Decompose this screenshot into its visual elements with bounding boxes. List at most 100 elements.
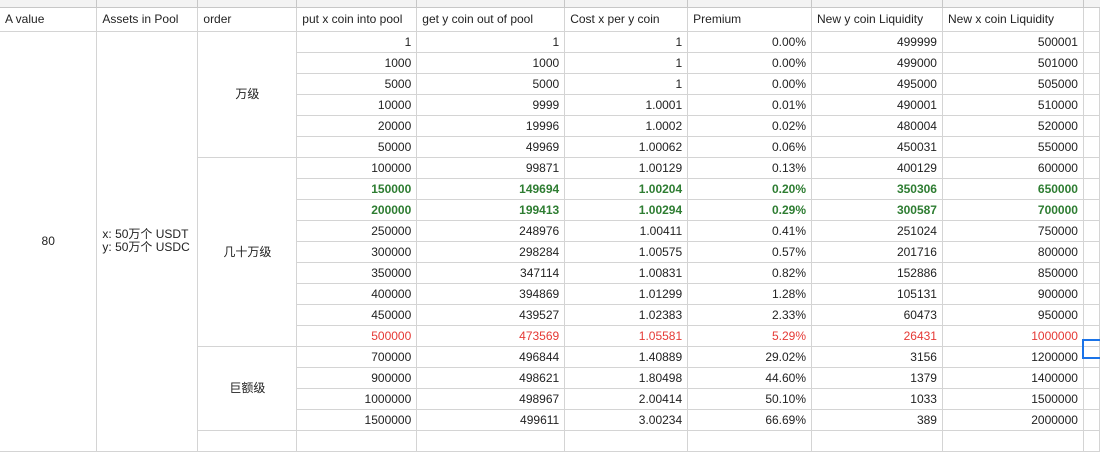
premium-cell[interactable]: 0.13%: [687, 157, 813, 179]
cost-cell[interactable]: 1.02383: [564, 304, 689, 326]
get-y-cell[interactable]: 9999: [416, 94, 566, 116]
cost-cell[interactable]: 1.0001: [564, 94, 689, 116]
premium-cell[interactable]: 0.29%: [687, 199, 813, 221]
column-header-cell[interactable]: New x coin Liquidity: [942, 8, 1084, 32]
put-x-cell[interactable]: 5000: [296, 73, 418, 95]
new-y-liquidity-cell[interactable]: 251024: [811, 220, 943, 242]
column-header-cell[interactable]: New y coin Liquidity: [811, 8, 943, 32]
premium-cell[interactable]: 0.02%: [687, 115, 813, 137]
new-x-liquidity-cell[interactable]: 700000: [942, 199, 1084, 221]
empty-cell[interactable]: [1083, 199, 1100, 221]
cost-cell[interactable]: 1.80498: [564, 367, 689, 389]
cost-cell[interactable]: 1.00575: [564, 241, 689, 263]
put-x-cell[interactable]: 400000: [296, 283, 418, 305]
put-x-cell[interactable]: 900000: [296, 367, 418, 389]
empty-cell[interactable]: [1083, 178, 1100, 200]
premium-cell[interactable]: 0.82%: [687, 262, 813, 284]
new-x-liquidity-cell[interactable]: 2000000: [942, 409, 1084, 431]
empty-cell[interactable]: [687, 430, 813, 452]
premium-cell[interactable]: 0.00%: [687, 73, 813, 95]
column-header-cell[interactable]: put x coin into pool: [296, 8, 418, 32]
new-x-liquidity-cell[interactable]: 510000: [942, 94, 1084, 116]
new-y-liquidity-cell[interactable]: 450031: [811, 136, 943, 158]
empty-cell[interactable]: [1083, 31, 1100, 53]
new-y-liquidity-cell[interactable]: 350306: [811, 178, 943, 200]
new-x-liquidity-cell[interactable]: 1000000: [942, 325, 1084, 347]
get-y-cell[interactable]: 1000: [416, 52, 566, 74]
new-y-liquidity-cell[interactable]: 1379: [811, 367, 943, 389]
premium-cell[interactable]: 1.28%: [687, 283, 813, 305]
get-y-cell[interactable]: 1: [416, 31, 566, 53]
cost-cell[interactable]: 1: [564, 31, 689, 53]
new-y-liquidity-cell[interactable]: 480004: [811, 115, 943, 137]
put-x-cell[interactable]: 50000: [296, 136, 418, 158]
cost-cell[interactable]: 1.00062: [564, 136, 689, 158]
cost-cell[interactable]: 1.40889: [564, 346, 689, 368]
cost-cell[interactable]: 1.00204: [564, 178, 689, 200]
premium-cell[interactable]: 0.41%: [687, 220, 813, 242]
put-x-cell[interactable]: 1000000: [296, 388, 418, 410]
empty-cell[interactable]: [1083, 8, 1100, 32]
get-y-cell[interactable]: 5000: [416, 73, 566, 95]
empty-cell[interactable]: [1083, 262, 1100, 284]
put-x-cell[interactable]: 200000: [296, 199, 418, 221]
column-header-cell[interactable]: Assets in Pool: [96, 8, 199, 32]
empty-cell[interactable]: [1083, 283, 1100, 305]
new-y-liquidity-cell[interactable]: 499999: [811, 31, 943, 53]
get-y-cell[interactable]: 499611: [416, 409, 566, 431]
empty-cell[interactable]: [1083, 367, 1100, 389]
new-x-liquidity-cell[interactable]: 505000: [942, 73, 1084, 95]
column-header-cell[interactable]: get y coin out of pool: [416, 8, 566, 32]
new-x-liquidity-cell[interactable]: 650000: [942, 178, 1084, 200]
cost-cell[interactable]: 2.00414: [564, 388, 689, 410]
new-y-liquidity-cell[interactable]: 1033: [811, 388, 943, 410]
empty-cell[interactable]: [564, 430, 689, 452]
put-x-cell[interactable]: 1000: [296, 52, 418, 74]
new-y-liquidity-cell[interactable]: 400129: [811, 157, 943, 179]
get-y-cell[interactable]: 248976: [416, 220, 566, 242]
get-y-cell[interactable]: 149694: [416, 178, 566, 200]
new-x-liquidity-cell[interactable]: 520000: [942, 115, 1084, 137]
cost-cell[interactable]: 1.00129: [564, 157, 689, 179]
get-y-cell[interactable]: 347114: [416, 262, 566, 284]
new-y-liquidity-cell[interactable]: 26431: [811, 325, 943, 347]
new-x-liquidity-cell[interactable]: 950000: [942, 304, 1084, 326]
put-x-cell[interactable]: 250000: [296, 220, 418, 242]
empty-cell[interactable]: [1083, 241, 1100, 263]
premium-cell[interactable]: 0.06%: [687, 136, 813, 158]
new-x-liquidity-cell[interactable]: 1200000: [942, 346, 1084, 368]
put-x-cell[interactable]: 450000: [296, 304, 418, 326]
assets-in-pool-cell[interactable]: x: 50万个 USDT y: 50万个 USDC: [96, 31, 199, 452]
get-y-cell[interactable]: 498967: [416, 388, 566, 410]
a-value-cell[interactable]: 80: [0, 31, 98, 452]
get-y-cell[interactable]: 496844: [416, 346, 566, 368]
premium-cell[interactable]: 44.60%: [687, 367, 813, 389]
put-x-cell[interactable]: 150000: [296, 178, 418, 200]
order-group-cell[interactable]: 万级: [197, 31, 298, 158]
empty-cell[interactable]: [1083, 304, 1100, 326]
new-x-liquidity-cell[interactable]: 850000: [942, 262, 1084, 284]
new-y-liquidity-cell[interactable]: 300587: [811, 199, 943, 221]
column-header-cell[interactable]: Premium: [687, 8, 813, 32]
get-y-cell[interactable]: 473569: [416, 325, 566, 347]
column-header-cell[interactable]: A value: [0, 8, 98, 32]
get-y-cell[interactable]: 199413: [416, 199, 566, 221]
empty-cell[interactable]: [1083, 388, 1100, 410]
new-y-liquidity-cell[interactable]: 60473: [811, 304, 943, 326]
new-x-liquidity-cell[interactable]: 600000: [942, 157, 1084, 179]
put-x-cell[interactable]: 700000: [296, 346, 418, 368]
put-x-cell[interactable]: 1500000: [296, 409, 418, 431]
new-y-liquidity-cell[interactable]: 499000: [811, 52, 943, 74]
cost-cell[interactable]: 1: [564, 52, 689, 74]
empty-cell[interactable]: [1083, 73, 1100, 95]
premium-cell[interactable]: 0.57%: [687, 241, 813, 263]
new-x-liquidity-cell[interactable]: 550000: [942, 136, 1084, 158]
empty-cell[interactable]: [1083, 157, 1100, 179]
put-x-cell[interactable]: 20000: [296, 115, 418, 137]
order-group-cell[interactable]: 巨额级: [197, 346, 298, 431]
premium-cell[interactable]: 0.20%: [687, 178, 813, 200]
premium-cell[interactable]: 0.00%: [687, 52, 813, 74]
empty-cell[interactable]: [1083, 115, 1100, 137]
get-y-cell[interactable]: 439527: [416, 304, 566, 326]
new-y-liquidity-cell[interactable]: 105131: [811, 283, 943, 305]
